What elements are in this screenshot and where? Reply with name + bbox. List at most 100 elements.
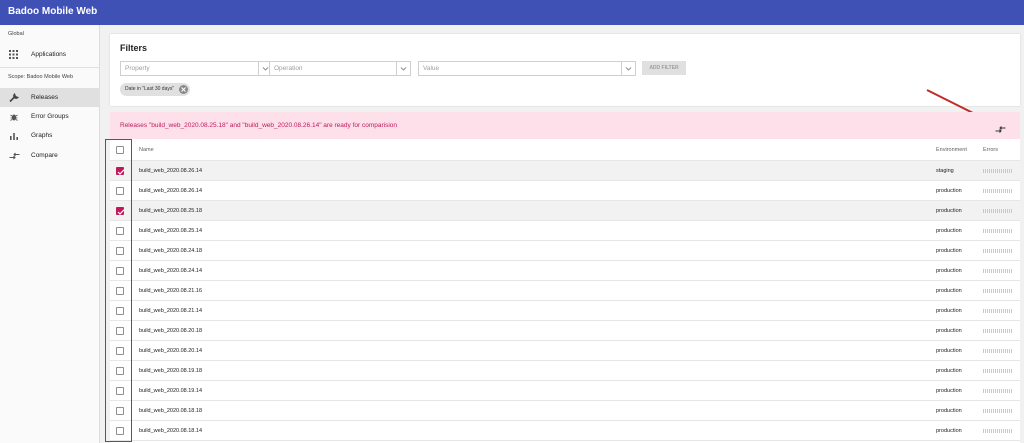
release-environment: production bbox=[936, 208, 962, 214]
error-sparkline bbox=[983, 209, 1013, 213]
table-row[interactable]: build_web_2020.08.26.14 production bbox=[110, 181, 1020, 201]
sidebar-item-label: Error Groups bbox=[31, 113, 69, 120]
operation-select[interactable]: Operation bbox=[269, 61, 411, 76]
column-header-errors: Errors bbox=[983, 147, 998, 153]
release-name: build_web_2020.08.19.14 bbox=[139, 388, 203, 394]
add-filter-button[interactable]: ADD FILTER bbox=[642, 61, 686, 75]
release-environment: staging bbox=[936, 168, 954, 174]
error-sparkline bbox=[983, 329, 1013, 333]
release-name: build_web_2020.08.21.14 bbox=[139, 308, 203, 314]
error-sparkline bbox=[983, 169, 1013, 173]
table-header: Name Environment Errors bbox=[110, 139, 1020, 161]
operation-placeholder: Operation bbox=[274, 65, 303, 72]
sidebar: Global Applications Scope: Badoo Mobile … bbox=[0, 25, 100, 443]
error-sparkline bbox=[983, 289, 1013, 293]
release-name: build_web_2020.08.18.18 bbox=[139, 408, 203, 414]
error-sparkline bbox=[983, 229, 1013, 233]
release-name: build_web_2020.08.26.14 bbox=[139, 188, 203, 194]
error-sparkline bbox=[983, 189, 1013, 193]
release-name: build_web_2020.08.20.18 bbox=[139, 328, 203, 334]
close-icon[interactable] bbox=[179, 85, 189, 94]
column-header-name: Name bbox=[139, 147, 154, 153]
error-sparkline bbox=[983, 389, 1013, 393]
filters-title: Filters bbox=[120, 43, 148, 53]
filters-panel: Filters Property Operation Value ADD FIL… bbox=[110, 34, 1020, 106]
sidebar-item-label: Compare bbox=[31, 152, 58, 159]
table-row[interactable]: build_web_2020.08.19.14 production bbox=[110, 381, 1020, 401]
property-select[interactable]: Property bbox=[120, 61, 273, 76]
error-sparkline bbox=[983, 369, 1013, 373]
sidebar-item-compare[interactable]: Compare bbox=[0, 146, 100, 165]
table-row[interactable]: build_web_2020.08.25.14 production bbox=[110, 221, 1020, 241]
table-row[interactable]: build_web_2020.08.18.14 production bbox=[110, 421, 1020, 441]
table-row[interactable]: build_web_2020.08.24.14 production bbox=[110, 261, 1020, 281]
divider bbox=[0, 67, 100, 68]
app-title: Badoo Mobile Web bbox=[8, 6, 98, 17]
value-placeholder: Value bbox=[423, 65, 440, 72]
table-row[interactable]: build_web_2020.08.20.18 production bbox=[110, 321, 1020, 341]
table-row[interactable]: build_web_2020.08.20.14 production bbox=[110, 341, 1020, 361]
apps-grid-icon bbox=[9, 50, 19, 60]
table-row[interactable]: build_web_2020.08.18.18 production bbox=[110, 401, 1020, 421]
release-environment: production bbox=[936, 408, 962, 414]
release-environment: production bbox=[936, 268, 962, 274]
error-sparkline bbox=[983, 429, 1013, 433]
error-sparkline bbox=[983, 409, 1013, 413]
chevron-down-icon bbox=[621, 62, 635, 75]
sidebar-item-label: Releases bbox=[31, 94, 59, 101]
release-environment: production bbox=[936, 228, 962, 234]
release-environment: production bbox=[936, 288, 962, 294]
table-row[interactable]: build_web_2020.08.25.18 production bbox=[110, 201, 1020, 221]
release-environment: production bbox=[936, 248, 962, 254]
releases-table: Name Environment Errors build_web_2020.0… bbox=[110, 139, 1020, 443]
scope-label: Scope: Badoo Mobile Web bbox=[8, 74, 74, 80]
filter-chip-label: Date in "Last 30 days" bbox=[125, 86, 175, 92]
release-name: build_web_2020.08.26.14 bbox=[139, 168, 203, 174]
sidebar-item-label: Graphs bbox=[31, 132, 53, 139]
error-sparkline bbox=[983, 249, 1013, 253]
release-environment: production bbox=[936, 348, 962, 354]
release-environment: production bbox=[936, 368, 962, 374]
table-row[interactable]: build_web_2020.08.26.14 staging bbox=[110, 161, 1020, 181]
release-name: build_web_2020.08.21.16 bbox=[139, 288, 203, 294]
table-row[interactable]: build_web_2020.08.21.16 production bbox=[110, 281, 1020, 301]
release-environment: production bbox=[936, 188, 962, 194]
table-row[interactable]: build_web_2020.08.21.14 production bbox=[110, 301, 1020, 321]
value-select[interactable]: Value bbox=[418, 61, 636, 76]
compare-arrows-icon bbox=[9, 151, 20, 161]
release-environment: production bbox=[936, 328, 962, 334]
release-name: build_web_2020.08.24.14 bbox=[139, 268, 203, 274]
comparison-banner: Releases "build_web_2020.08.25.18" and "… bbox=[110, 112, 1020, 139]
chevron-down-icon bbox=[396, 62, 410, 75]
release-environment: production bbox=[936, 388, 962, 394]
release-environment: production bbox=[936, 308, 962, 314]
annotation-outline bbox=[105, 139, 132, 442]
release-name: build_web_2020.08.24.18 bbox=[139, 248, 203, 254]
column-header-environment: Environment bbox=[936, 147, 967, 153]
error-sparkline bbox=[983, 269, 1013, 273]
release-name: build_web_2020.08.18.14 bbox=[139, 428, 203, 434]
filter-chip[interactable]: Date in "Last 30 days" bbox=[120, 83, 191, 96]
sidebar-item-applications[interactable]: Applications bbox=[0, 45, 100, 64]
app-bar: Badoo Mobile Web bbox=[0, 0, 1024, 25]
table-row[interactable]: build_web_2020.08.19.18 production bbox=[110, 361, 1020, 381]
sidebar-item-label: Applications bbox=[31, 51, 67, 58]
release-name: build_web_2020.08.20.14 bbox=[139, 348, 203, 354]
compare-arrows-icon[interactable] bbox=[995, 121, 1006, 133]
sidebar-item-error-groups[interactable]: Error Groups bbox=[0, 107, 100, 126]
wrench-icon bbox=[9, 93, 19, 103]
table-row[interactable]: build_web_2020.08.24.18 production bbox=[110, 241, 1020, 261]
sidebar-item-graphs[interactable]: Graphs bbox=[0, 126, 100, 145]
bar-chart-icon bbox=[9, 131, 19, 141]
global-label: Global bbox=[8, 31, 24, 37]
release-name: build_web_2020.08.19.18 bbox=[139, 368, 203, 374]
banner-message: Releases "build_web_2020.08.25.18" and "… bbox=[120, 122, 398, 129]
error-sparkline bbox=[983, 349, 1013, 353]
property-placeholder: Property bbox=[125, 65, 150, 72]
release-name: build_web_2020.08.25.18 bbox=[139, 208, 203, 214]
error-sparkline bbox=[983, 309, 1013, 313]
release-environment: production bbox=[936, 428, 962, 434]
release-name: build_web_2020.08.25.14 bbox=[139, 228, 203, 234]
sidebar-item-releases[interactable]: Releases bbox=[0, 88, 100, 107]
bug-icon bbox=[9, 112, 19, 122]
